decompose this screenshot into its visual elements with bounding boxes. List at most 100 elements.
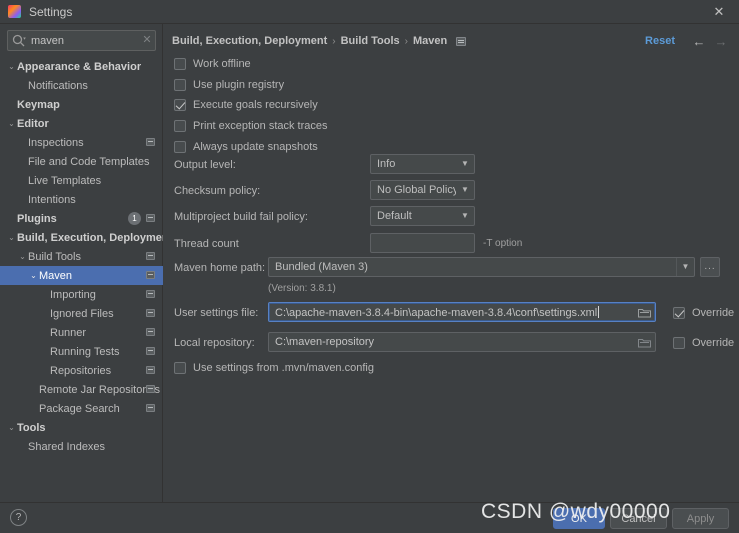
local-repository-input[interactable]: C:\maven-repository xyxy=(268,332,656,352)
print-exception-stack-traces-checkbox[interactable] xyxy=(174,120,186,132)
sidebar-item-label: Keymap xyxy=(17,98,60,111)
chevron-down-icon[interactable]: ⌄ xyxy=(6,119,17,128)
chevron-down-icon[interactable]: ▼ xyxy=(456,160,474,168)
cancel-button[interactable]: Cancel xyxy=(610,508,667,529)
back-arrow-icon[interactable]: ← xyxy=(689,35,709,48)
sidebar-item-label: Remote Jar Repositories xyxy=(39,383,161,396)
search-input[interactable] xyxy=(27,34,139,47)
folder-icon[interactable] xyxy=(633,337,655,348)
chevron-down-icon[interactable]: ▼ xyxy=(676,258,694,276)
clear-search-icon[interactable]: ✕ xyxy=(139,35,155,46)
sidebar-item-notifications[interactable]: Notifications xyxy=(0,76,163,95)
sidebar-item-runner[interactable]: Runner xyxy=(0,323,163,342)
checkbox-row-execute-goals-recursively[interactable]: Execute goals recursively xyxy=(174,97,318,113)
breadcrumb-separator: › xyxy=(404,35,409,47)
configurable-node-icon xyxy=(146,347,155,355)
checkbox-row-print-exception-stack-traces[interactable]: Print exception stack traces xyxy=(174,118,328,134)
settings-tree: ⌄ Appearance & Behavior Notifications Keyma… xyxy=(0,57,163,502)
maven-home-select[interactable]: Bundled (Maven 3) ▼ xyxy=(268,257,695,277)
sidebar-item-file-and-code-templates[interactable]: File and Code Templates xyxy=(0,152,163,171)
checkbox-row-mvn-config[interactable]: Use settings from .mvn/maven.config xyxy=(174,360,374,376)
chevron-down-icon[interactable]: ⌄ xyxy=(6,62,17,71)
sidebar-item-tools[interactable]: ⌄ Tools xyxy=(0,418,163,437)
sidebar-item-plugins[interactable]: Plugins 1 xyxy=(0,209,163,228)
work-offline-label: Work offline xyxy=(193,58,251,70)
local-repository-override-row[interactable]: Override xyxy=(673,335,734,351)
breadcrumb-item-2[interactable]: Maven xyxy=(413,35,447,47)
checksum-policy-label: Checksum policy: xyxy=(174,185,261,197)
local-repository-override-label: Override xyxy=(692,337,735,349)
text-cursor xyxy=(598,305,600,318)
chevron-down-icon[interactable]: ⌄ xyxy=(28,271,39,280)
breadcrumb-item-0[interactable]: Build, Execution, Deployment xyxy=(172,35,327,47)
sidebar-item-keymap[interactable]: Keymap xyxy=(0,95,163,114)
sidebar-item-remote-jar-repositories[interactable]: Remote Jar Repositories xyxy=(0,380,163,399)
breadcrumb-separator: › xyxy=(332,35,336,47)
ok-button[interactable]: OK xyxy=(553,508,605,529)
dialog-footer: ? OK Cancel Apply xyxy=(0,502,739,533)
checkbox-row-always-update-snapshots[interactable]: Always update snapshots xyxy=(174,139,318,155)
sidebar-item-label: Inspections xyxy=(28,136,84,149)
chevron-down-icon[interactable]: ▼ xyxy=(456,186,474,194)
breadcrumb-item-1[interactable]: Build Tools xyxy=(341,35,400,47)
always-update-snapshots-checkbox[interactable] xyxy=(174,141,186,153)
output-level-label: Output level: xyxy=(174,159,236,171)
chevron-down-icon[interactable]: ⌄ xyxy=(6,233,17,242)
work-offline-checkbox[interactable] xyxy=(174,58,186,70)
checkbox-row-work-offline[interactable]: Work offline xyxy=(174,56,251,72)
user-settings-label: User settings file: xyxy=(174,307,259,319)
sidebar-item-label: Editor xyxy=(17,117,49,130)
sidebar-item-live-templates[interactable]: Live Templates xyxy=(0,171,163,190)
sidebar-item-label: Build, Execution, Deployment xyxy=(17,231,163,244)
close-icon[interactable]: ✕ xyxy=(699,0,739,23)
maven-version-label: (Version: 3.8.1) xyxy=(268,283,336,294)
sidebar-item-ignored-files[interactable]: Ignored Files xyxy=(0,304,163,323)
execute-goals-recursively-label: Execute goals recursively xyxy=(193,99,318,111)
sidebar-item-label: Plugins xyxy=(17,212,57,225)
sidebar-item-label: Maven xyxy=(39,269,73,282)
multiproject-policy-label: Multiproject build fail policy: xyxy=(174,211,308,223)
sidebar-item-build-execution-deployment[interactable]: ⌄ Build, Execution, Deployment xyxy=(0,228,163,247)
hamburger-icon[interactable] xyxy=(456,36,467,46)
sidebar-item-intentions[interactable]: Intentions xyxy=(0,190,163,209)
configurable-node-icon xyxy=(146,309,155,317)
search-box[interactable]: ✕ xyxy=(7,30,156,51)
sidebar-item-build-tools[interactable]: ⌄ Build Tools xyxy=(0,247,163,266)
maven-home-browse-button[interactable]: ... xyxy=(700,257,720,277)
thread-count-input[interactable] xyxy=(370,233,475,253)
mvn-config-checkbox[interactable] xyxy=(174,362,186,374)
output-level-select[interactable]: Info ▼ xyxy=(370,154,475,174)
user-settings-override-row[interactable]: Override xyxy=(673,305,734,321)
local-repository-override-checkbox[interactable] xyxy=(673,337,685,349)
help-button[interactable]: ? xyxy=(10,509,27,526)
thread-count-label: Thread count xyxy=(174,238,239,250)
use-plugin-registry-checkbox[interactable] xyxy=(174,79,186,91)
sidebar-item-inspections[interactable]: Inspections xyxy=(0,133,163,152)
chevron-down-icon[interactable]: ⌄ xyxy=(6,423,17,432)
chevron-down-icon[interactable]: ▼ xyxy=(456,212,474,220)
user-settings-override-checkbox[interactable] xyxy=(673,307,685,319)
sidebar-item-maven[interactable]: ⌄ Maven xyxy=(0,266,163,285)
configurable-node-icon xyxy=(146,385,155,393)
multiproject-policy-select[interactable]: Default ▼ xyxy=(370,206,475,226)
folder-icon[interactable] xyxy=(633,307,655,318)
checksum-policy-select[interactable]: No Global Policy ▼ xyxy=(370,180,475,200)
mvn-config-label: Use settings from .mvn/maven.config xyxy=(193,362,374,374)
reset-link[interactable]: Reset xyxy=(645,35,675,47)
sidebar-item-running-tests[interactable]: Running Tests xyxy=(0,342,163,361)
checksum-policy-value: No Global Policy xyxy=(377,184,456,196)
sidebar-item-appearance-behavior[interactable]: ⌄ Appearance & Behavior xyxy=(0,57,163,76)
apply-button[interactable]: Apply xyxy=(672,508,729,529)
user-settings-input[interactable]: C:\apache-maven-3.8.4-bin\apache-maven-3… xyxy=(268,302,656,322)
sidebar-item-importing[interactable]: Importing xyxy=(0,285,163,304)
execute-goals-recursively-checkbox[interactable] xyxy=(174,99,186,111)
sidebar-item-repositories[interactable]: Repositories xyxy=(0,361,163,380)
sidebar-item-shared-indexes[interactable]: Shared Indexes xyxy=(0,437,163,456)
intellij-logo-icon xyxy=(8,5,21,18)
chevron-down-icon[interactable]: ⌄ xyxy=(17,252,28,261)
search-icon xyxy=(11,33,27,49)
forward-arrow-icon[interactable]: → xyxy=(711,35,731,48)
checkbox-row-use-plugin-registry[interactable]: Use plugin registry xyxy=(174,77,284,93)
sidebar-item-package-search[interactable]: Package Search xyxy=(0,399,163,418)
sidebar-item-editor[interactable]: ⌄ Editor xyxy=(0,114,163,133)
